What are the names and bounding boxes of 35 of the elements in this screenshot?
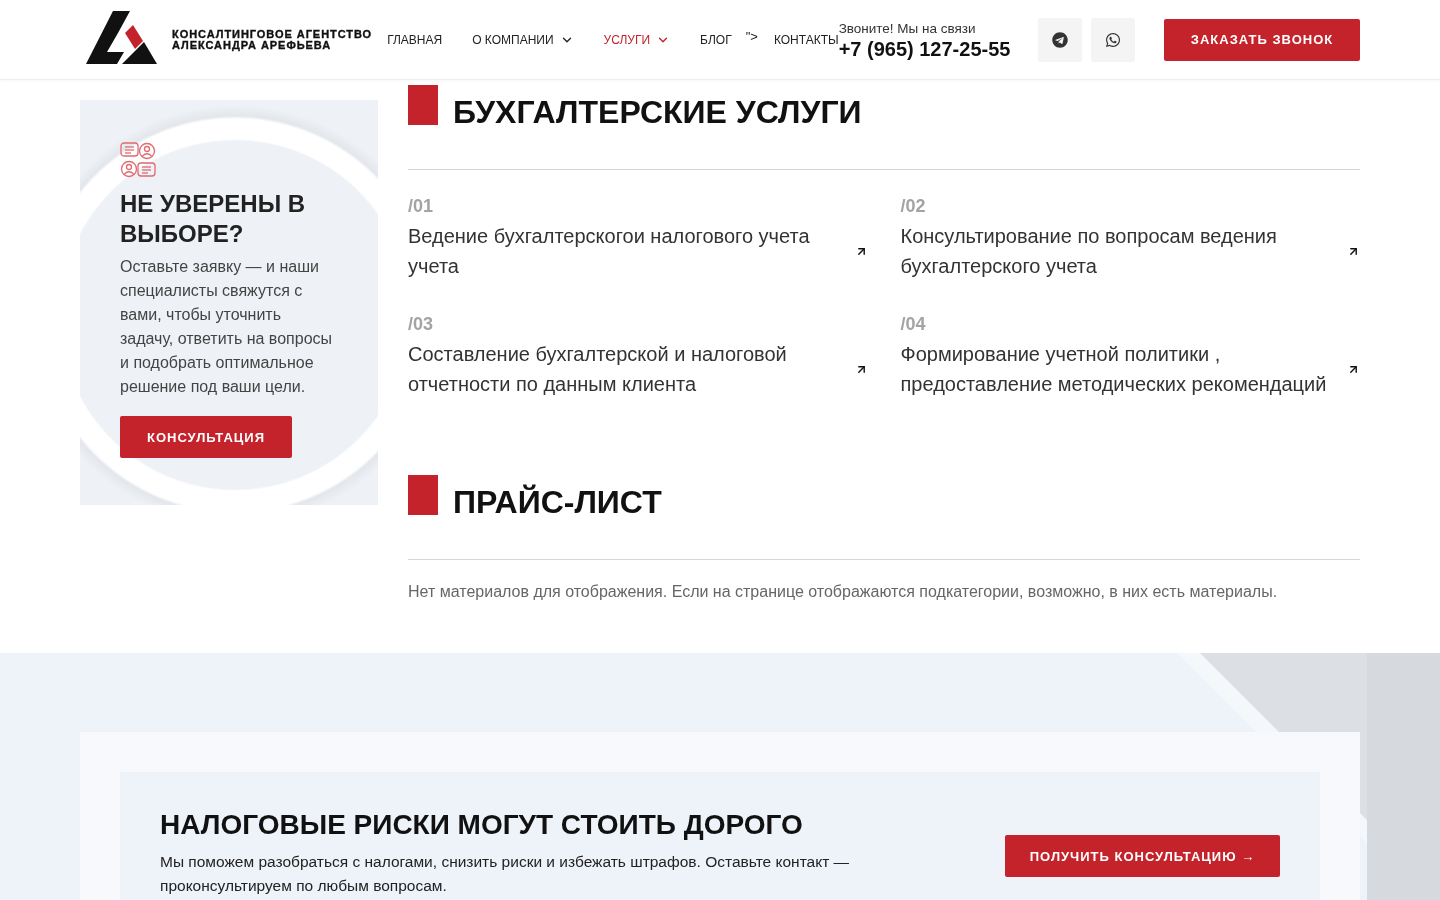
promo-text: Мы поможем разобраться с налогами, снизить риски и избежать штрафов. Оставьте контакт — проконсультируем по любым вопросам. [160,852,851,896]
paper-plane-icon [1052,31,1068,48]
nav-link[interactable]: КОНТАКТЫ [773,32,839,47]
phone-caption: Звоните! Мы на связи [838,20,977,37]
square-marker-icon [408,85,438,125]
service-link[interactable]: Формирование учетной политики , предоставление методических рекомендаций [900,339,1339,399]
promo-title: НАЛОГОВЫЕ РИСКИ МОГУТ СТОИТЬ ДОРОГО [160,808,804,842]
service-link[interactable]: Консультирование по вопросам ведения бухгалтерского учета [900,221,1339,281]
get-consultation-button[interactable]: ПОЛУЧИТЬ КОНСУЛЬТАЦИЮ → [1005,835,1280,877]
section-heading: ПРАЙС-ЛИСТ [453,483,662,521]
service-link[interactable]: Составление бухгалтерской и налоговой отчетности по данным клиента [408,339,846,399]
nav-menu-link[interactable]: УСЛУГИ [603,32,671,47]
service-number: /04 [900,315,926,333]
stray-text: "> [745,29,758,44]
empty-message: Нет материалов для отображения. Если на странице отображаются подкатегории, возможно, в них есть материалы. [408,582,1279,602]
logo-icon[interactable] [86,11,157,65]
card-text: Оставьте заявку — и наши специалисты свяжутся с вами, чтобы уточнить задачу, ответить на вопросы и подобрать оптимальное решение под ваши цели. [120,257,334,397]
nav-menu-link[interactable]: О КОМПАНИИ [472,32,574,47]
section-heading: БУХГАЛТЕРСКИЕ УСЛУГИ [453,93,862,131]
logo-text[interactable]: КОНСАЛТИНГОВОЕ АГЕНТСТВО АЛЕКСАНДРА АРЕФЬЕВА [172,29,373,51]
service-number: /02 [900,197,926,215]
social-button[interactable] [1091,17,1135,62]
social-button[interactable] [1038,17,1082,62]
card-title: НЕ УВЕРЕНЫ В ВЫБОРЕ? [120,189,307,249]
service-link[interactable]: Ведение бухгалтерскогои налогового учета учета [408,221,846,281]
nav-link[interactable]: ГЛАВНАЯ [387,32,443,47]
square-marker-icon [408,475,438,515]
documents-people-icon [120,142,156,178]
service-number: /01 [408,197,434,215]
consultation-button[interactable]: КОНСУЛЬТАЦИЯ [120,416,292,458]
nav-link[interactable]: БЛОГ [700,32,732,47]
phone-bubble-icon [1105,31,1121,48]
phone-number-link[interactable]: +7 (965) 127-25-55 [838,36,1011,61]
call-request-button[interactable]: ЗАКАЗАТЬ ЗВОНОК [1164,18,1360,61]
service-number: /03 [408,315,434,333]
